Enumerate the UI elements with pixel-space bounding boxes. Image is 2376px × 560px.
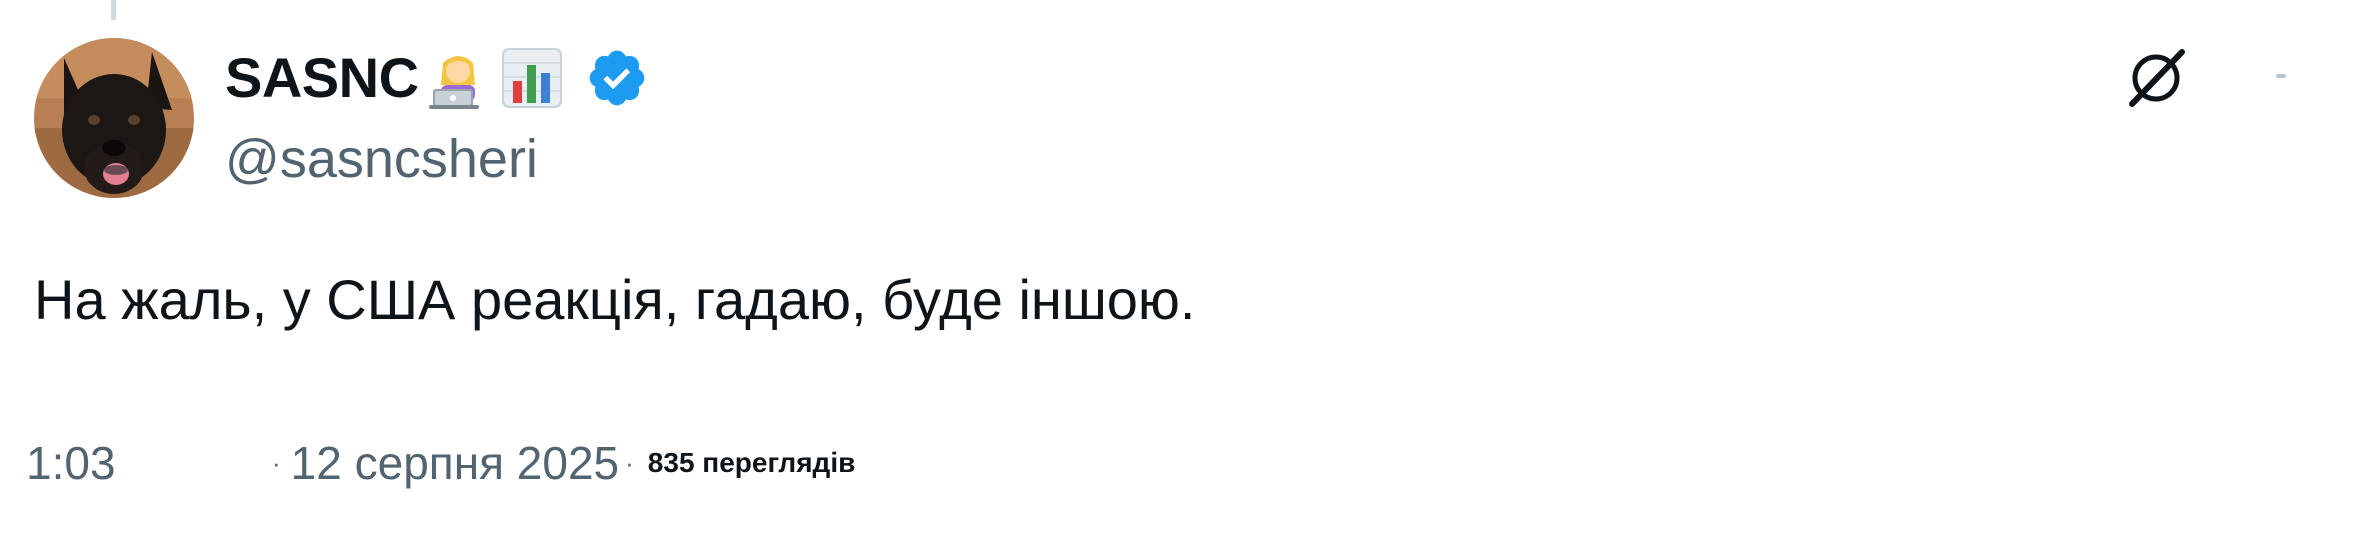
view-count[interactable]: 835 переглядів	[648, 447, 856, 479]
tweet-metadata: 1:03 · 12 серпня 2025 · 835 переглядів	[26, 426, 855, 500]
dog-avatar-image	[34, 38, 194, 198]
tweet-date[interactable]: 12 серпня 2025	[291, 436, 619, 490]
grok-icon[interactable]	[2108, 38, 2204, 118]
author-display-name[interactable]: SASNC	[225, 38, 419, 118]
bar-chart-emoji-icon	[497, 43, 567, 113]
avatar[interactable]	[34, 38, 194, 198]
woman-technologist-emoji-icon	[423, 43, 493, 113]
author-handle[interactable]: @sasncsheri	[225, 124, 538, 194]
tweet-time[interactable]: 1:03	[26, 436, 266, 490]
more-options-icon[interactable]	[2276, 74, 2286, 78]
author-name-row[interactable]: SASNC	[225, 38, 651, 118]
tweet[interactable]: SASNC @sasncsheri На жаль, у США реакція…	[0, 0, 2376, 560]
verified-badge-icon[interactable]	[583, 44, 651, 112]
tweet-text: На жаль, у США реакція, гадаю, буде іншо…	[34, 268, 1196, 331]
meta-separator: ·	[625, 447, 634, 478]
meta-separator: ·	[272, 447, 281, 478]
